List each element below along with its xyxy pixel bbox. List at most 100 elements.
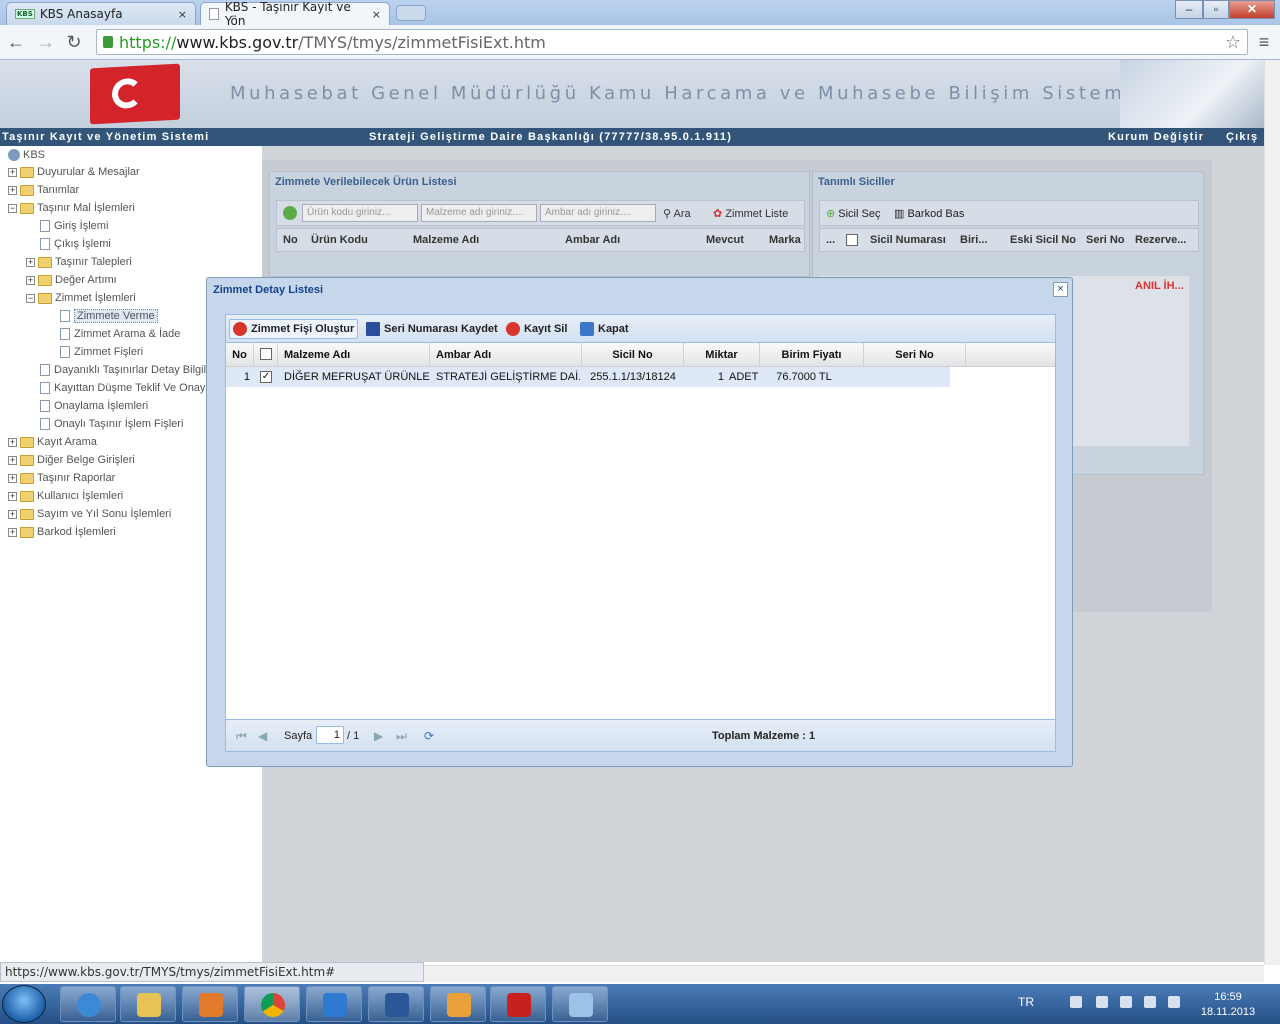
sidebar-item-diger-belge[interactable]: + Diğer Belge Girişleri: [8, 451, 135, 469]
sidebar-item-duyurular[interactable]: + Duyurular & Mesajlar: [8, 163, 140, 181]
network-icon[interactable]: [1096, 996, 1108, 1008]
forward-arrow-icon[interactable]: →: [36, 32, 56, 52]
serial-no-cell[interactable]: [864, 367, 950, 387]
collapse-icon[interactable]: −: [8, 203, 17, 213]
column-header[interactable]: Rezerve...: [1135, 234, 1186, 246]
sidebar-item-deger-artimi[interactable]: + Değer Artımı: [26, 271, 117, 289]
column-header[interactable]: Ürün Kodu: [311, 234, 368, 246]
delete-record-button[interactable]: Kayıt Sil: [506, 319, 567, 339]
select-all-cell[interactable]: [254, 343, 278, 367]
add-icon[interactable]: [283, 206, 297, 220]
save-serial-button[interactable]: Seri Numarası Kaydet: [366, 319, 498, 339]
first-page-icon[interactable]: ⏮: [236, 729, 247, 744]
taskbar-outlook-button[interactable]: [430, 986, 486, 1022]
expand-icon[interactable]: +: [8, 437, 17, 447]
sidebar-item-talepler[interactable]: + Taşınır Talepleri: [26, 253, 132, 271]
column-header[interactable]: Sicil Numarası: [870, 234, 946, 246]
power-icon[interactable]: [1168, 996, 1180, 1008]
taskbar-explorer-button[interactable]: [120, 986, 176, 1022]
column-header[interactable]: No: [226, 343, 254, 367]
sidebar-item-dayanikli[interactable]: Dayanıklı Taşınırlar Detay Bilgile: [40, 361, 212, 379]
column-header[interactable]: Eski Sicil No: [1010, 234, 1076, 246]
sidebar-item-onaylama[interactable]: Onaylama İşlemleri: [40, 397, 148, 415]
minimize-button[interactable]: –: [1175, 0, 1203, 19]
language-indicator[interactable]: TR: [1018, 995, 1034, 1009]
sidebar-item-raporlar[interactable]: + Taşınır Raporlar: [8, 469, 115, 487]
column-header[interactable]: No: [283, 234, 298, 246]
warehouse-name-input[interactable]: Ambar adı giriniz....: [540, 204, 656, 222]
taskbar-chrome-button[interactable]: [244, 986, 300, 1022]
tab-kbs-anasayfa[interactable]: KBS KBS Anasayfa ×: [6, 2, 196, 25]
taskbar-acrobat-button[interactable]: [490, 986, 546, 1022]
product-code-input[interactable]: Ürün kodu giriniz...: [302, 204, 418, 222]
select-all-checkbox[interactable]: [259, 348, 272, 360]
security-check-icon[interactable]: [1144, 996, 1156, 1008]
select-registry-button[interactable]: ⊕ Sicil Seç: [826, 207, 880, 220]
expand-icon[interactable]: +: [26, 257, 35, 267]
material-name-input[interactable]: Malzeme adı giriniz....: [421, 204, 537, 222]
table-row[interactable]: 1 ✓ DİĞER MEFRUŞAT ÜRÜNLERİ STRATEJİ GEL…: [226, 367, 950, 387]
address-bar[interactable]: https://www.kbs.gov.tr/TMYS/tmys/zimmetF…: [96, 29, 1248, 55]
taskbar-ie-button[interactable]: [60, 986, 116, 1022]
sidebar-item-onayli-fisler[interactable]: Onaylı Taşınır İşlem Fişleri: [40, 415, 183, 433]
column-header[interactable]: Seri No: [1086, 234, 1125, 246]
sidebar-item-tanimlar[interactable]: + Tanımlar: [8, 181, 79, 199]
tree-root[interactable]: KBS: [8, 146, 45, 164]
column-header[interactable]: Malzeme Adı: [413, 234, 479, 246]
column-header[interactable]: Seri No: [864, 343, 966, 367]
barcode-button[interactable]: ▥ Barkod Bas: [894, 207, 964, 220]
column-header[interactable]: Malzeme Adı: [278, 343, 430, 367]
column-header[interactable]: Birim Fiyatı: [760, 343, 864, 367]
menu-icon[interactable]: ≡: [1254, 32, 1274, 52]
expand-icon[interactable]: +: [8, 491, 17, 501]
select-all-checkbox[interactable]: [846, 234, 858, 246]
taskbar-paint-button[interactable]: [552, 986, 608, 1022]
close-modal-button[interactable]: Kapat: [580, 319, 629, 339]
column-header[interactable]: Biri...: [960, 234, 988, 246]
sidebar-item-kullanici[interactable]: + Kullanıcı İşlemleri: [8, 487, 123, 505]
zimmet-list-button[interactable]: ✿ Zimmet Liste: [713, 207, 788, 220]
action-center-flag-icon[interactable]: [1070, 996, 1082, 1008]
create-zimmet-button[interactable]: Zimmet Fişi Oluştur: [229, 319, 359, 339]
search-button[interactable]: ⚲ Ara: [663, 207, 691, 220]
logout-link[interactable]: Çıkış: [1226, 131, 1258, 143]
tab-tmys[interactable]: KBS - Taşınır Kayıt ve Yön ×: [200, 0, 390, 28]
start-button[interactable]: [2, 985, 46, 1023]
column-header[interactable]: Miktar: [684, 343, 760, 367]
new-tab-button[interactable]: [396, 5, 426, 21]
sidebar-item-cikis[interactable]: Çıkış İşlemi: [40, 235, 111, 253]
refresh-icon[interactable]: ⟳: [424, 729, 434, 743]
last-page-icon[interactable]: ⏭: [396, 729, 407, 744]
expand-icon[interactable]: +: [8, 527, 17, 537]
column-header[interactable]: Marka: [769, 234, 801, 246]
sidebar-item-zimmet-fisleri[interactable]: Zimmet Fişleri: [60, 343, 143, 361]
taskbar-media-button[interactable]: [182, 986, 238, 1022]
close-icon[interactable]: ×: [1053, 282, 1068, 297]
sidebar-item-tasinir-mal[interactable]: − Taşınır Mal İşlemleri: [8, 199, 135, 217]
collapse-icon[interactable]: −: [26, 293, 35, 303]
sidebar-item-zimmet-islemleri[interactable]: − Zimmet İşlemleri: [26, 289, 136, 307]
expand-icon[interactable]: +: [8, 473, 17, 483]
system-clock[interactable]: 16:59 18.11.2013: [1196, 990, 1260, 1020]
taskbar-maxthon-button[interactable]: [306, 986, 362, 1022]
sidebar-item-zimmet-arama[interactable]: Zimmet Arama & İade: [60, 325, 180, 343]
expand-icon[interactable]: +: [8, 167, 17, 177]
prev-page-icon[interactable]: ◀: [258, 729, 267, 743]
column-header[interactable]: ...: [826, 234, 835, 246]
maximize-button[interactable]: ▫: [1203, 0, 1229, 19]
back-arrow-icon[interactable]: ←: [6, 32, 26, 52]
row-checkbox-cell[interactable]: ✓: [260, 367, 274, 387]
close-tab-icon[interactable]: ×: [372, 8, 381, 21]
taskbar-word-button[interactable]: [368, 986, 424, 1022]
change-org-link[interactable]: Kurum Değiştir: [1108, 131, 1204, 143]
horizontal-scrollbar[interactable]: [424, 965, 1264, 982]
sidebar-item-barkod[interactable]: + Barkod İşlemleri: [8, 523, 116, 541]
vertical-scrollbar[interactable]: [1264, 60, 1280, 965]
column-header[interactable]: Sicil No: [582, 343, 684, 367]
expand-icon[interactable]: +: [8, 509, 17, 519]
expand-icon[interactable]: +: [26, 275, 35, 285]
next-page-icon[interactable]: ▶: [374, 729, 383, 743]
column-header[interactable]: Mevcut: [706, 234, 744, 246]
sidebar-item-kayittan-dusme[interactable]: Kayıttan Düşme Teklif Ve Onay: [40, 379, 205, 397]
close-window-button[interactable]: ✕: [1229, 0, 1275, 19]
